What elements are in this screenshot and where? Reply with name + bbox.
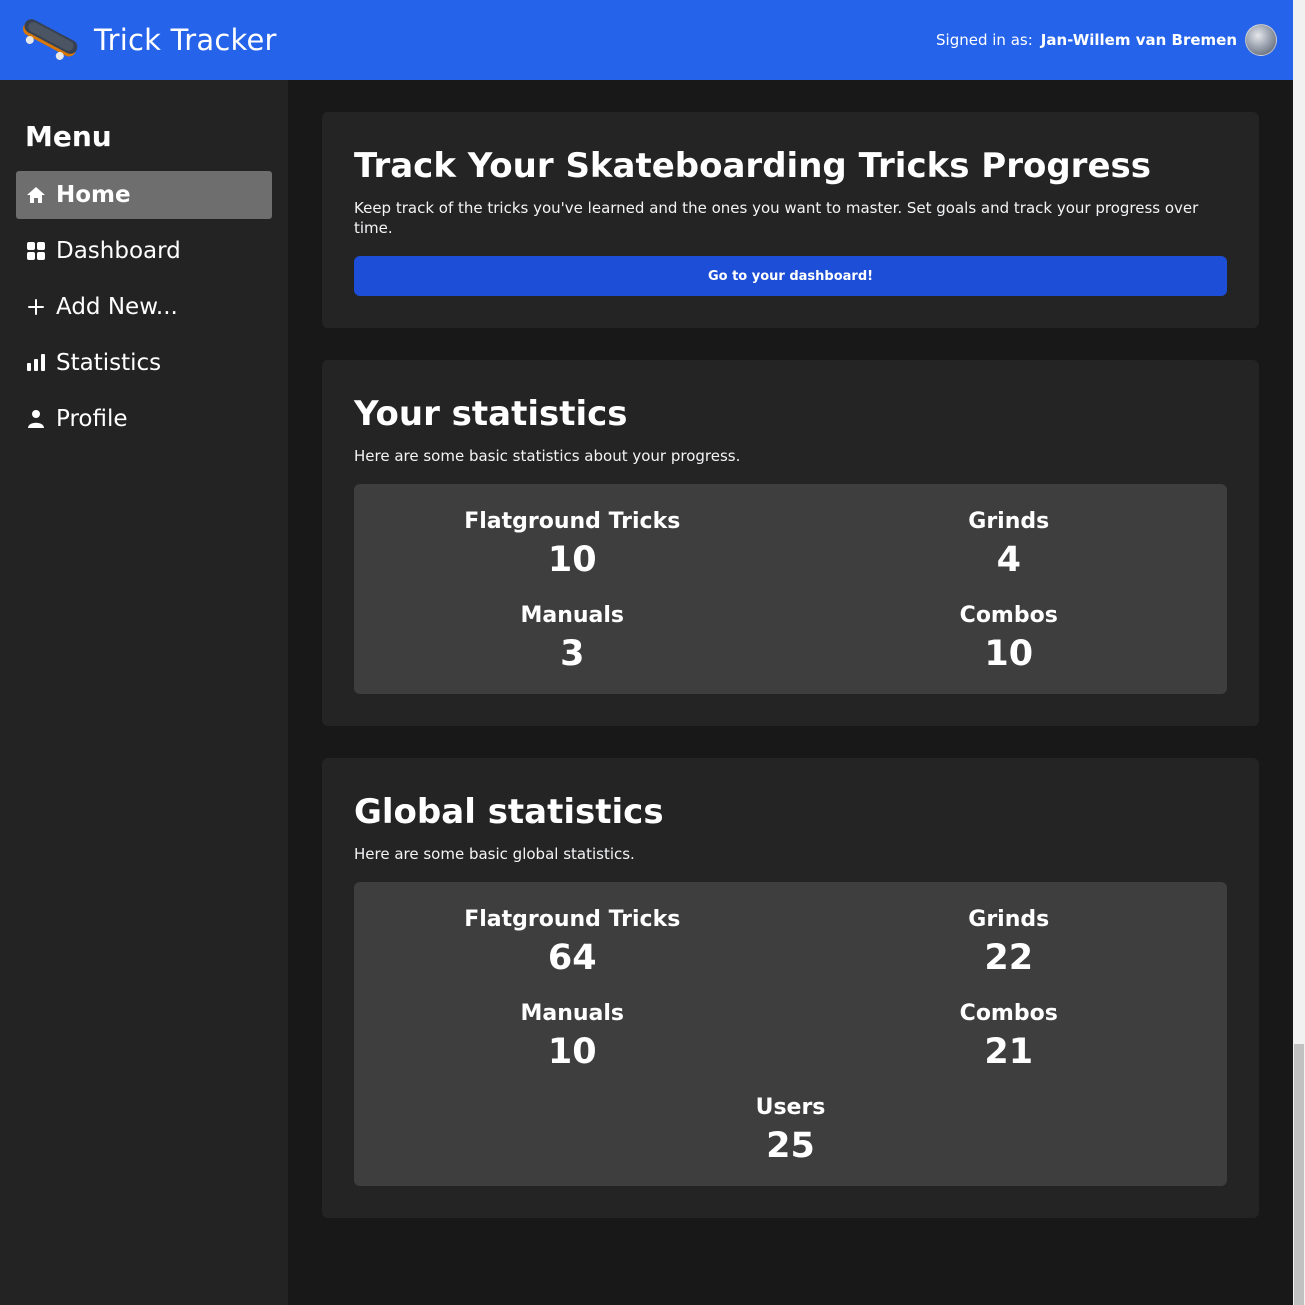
stat-value: 21 xyxy=(984,1032,1034,1072)
sidebar-item-dashboard[interactable]: Dashboard xyxy=(16,227,272,275)
stat-grinds: Grinds 4 xyxy=(791,508,1228,584)
stat-label: Grinds xyxy=(968,907,1050,932)
skateboard-logo-icon xyxy=(23,19,78,60)
your-statistics-title: Your statistics xyxy=(354,394,628,434)
go-to-dashboard-button[interactable]: Go to your dashboard! xyxy=(354,256,1227,296)
sidebar-item-profile[interactable]: Profile xyxy=(16,395,272,443)
sidebar-item-label: Dashboard xyxy=(56,238,181,264)
stat-label: Combos xyxy=(959,1001,1058,1026)
menu-title: Menu xyxy=(25,120,112,153)
global-statistics-title: Global statistics xyxy=(354,792,664,832)
stat-value: 25 xyxy=(766,1126,815,1166)
stat-value: 3 xyxy=(560,634,585,674)
stat-value: 22 xyxy=(984,938,1034,978)
stat-label: Grinds xyxy=(968,509,1050,534)
stat-manuals: Manuals 3 xyxy=(354,602,791,678)
stat-combos: Combos 21 xyxy=(791,1000,1228,1076)
global-statistics-grid: Flatground Tricks 64 Grinds 22 Manuals 1… xyxy=(354,882,1227,1186)
sidebar-item-label: Statistics xyxy=(56,350,162,376)
stat-users: Users 25 xyxy=(354,1094,1227,1170)
user-name: Jan-Willem van Bremen xyxy=(1040,31,1237,49)
home-icon xyxy=(26,185,46,205)
main-content: Track Your Skateboarding Tricks Progress… xyxy=(322,112,1259,1250)
your-statistics-card: Your statistics Here are some basic stat… xyxy=(322,360,1259,726)
stat-label: Flatground Tricks xyxy=(464,907,681,932)
grid-icon xyxy=(26,241,46,261)
avatar[interactable] xyxy=(1245,24,1277,56)
plus-icon xyxy=(26,297,46,317)
sidebar: Menu Home Dashboard Add New... Statistic… xyxy=(0,80,288,1305)
sidebar-item-label: Add New... xyxy=(56,294,178,320)
stat-label: Combos xyxy=(959,603,1058,628)
stat-flatground-tricks: Flatground Tricks 64 xyxy=(354,906,791,982)
stat-flatground-tricks: Flatground Tricks 10 xyxy=(354,508,791,584)
signed-in-label: Signed in as: xyxy=(936,31,1033,49)
brand[interactable]: Trick Tracker xyxy=(16,14,277,66)
global-statistics-card: Global statistics Here are some basic gl… xyxy=(322,758,1259,1218)
your-statistics-grid: Flatground Tricks 10 Grinds 4 Manuals 3 … xyxy=(354,484,1227,694)
top-bar: Trick Tracker Signed in as: Jan-Willem v… xyxy=(0,0,1293,80)
stat-label: Users xyxy=(755,1095,826,1120)
stat-label: Manuals xyxy=(520,603,625,628)
hero-description: Keep track of the tricks you've learned … xyxy=(354,199,1199,237)
sidebar-item-label: Home xyxy=(56,182,131,208)
stat-combos: Combos 10 xyxy=(791,602,1228,678)
stat-value: 10 xyxy=(547,1032,597,1072)
user-icon xyxy=(26,409,46,429)
your-statistics-description: Here are some basic statistics about you… xyxy=(354,447,741,465)
sidebar-item-label: Profile xyxy=(56,406,128,432)
hero-card: Track Your Skateboarding Tricks Progress… xyxy=(322,112,1259,328)
sidebar-item-statistics[interactable]: Statistics xyxy=(16,339,272,387)
hero-title: Track Your Skateboarding Tricks Progress xyxy=(354,146,1151,186)
user-info: Signed in as: Jan-Willem van Bremen xyxy=(936,24,1277,56)
stat-value: 10 xyxy=(547,540,597,580)
stat-value: 10 xyxy=(984,634,1034,674)
sidebar-item-home[interactable]: Home xyxy=(16,171,272,219)
app-name: Trick Tracker xyxy=(94,23,277,57)
sidebar-item-add-new[interactable]: Add New... xyxy=(16,283,272,331)
stat-label: Manuals xyxy=(520,1001,625,1026)
stat-grinds: Grinds 22 xyxy=(791,906,1228,982)
global-statistics-description: Here are some basic global statistics. xyxy=(354,845,635,863)
scrollbar-thumb[interactable] xyxy=(1294,1044,1304,1305)
stat-manuals: Manuals 10 xyxy=(354,1000,791,1076)
stat-value: 64 xyxy=(547,938,597,978)
stat-label: Flatground Tricks xyxy=(464,509,681,534)
bar-chart-icon xyxy=(26,353,46,373)
page-scrollbar[interactable] xyxy=(1293,0,1305,1305)
stat-value: 4 xyxy=(996,540,1021,580)
